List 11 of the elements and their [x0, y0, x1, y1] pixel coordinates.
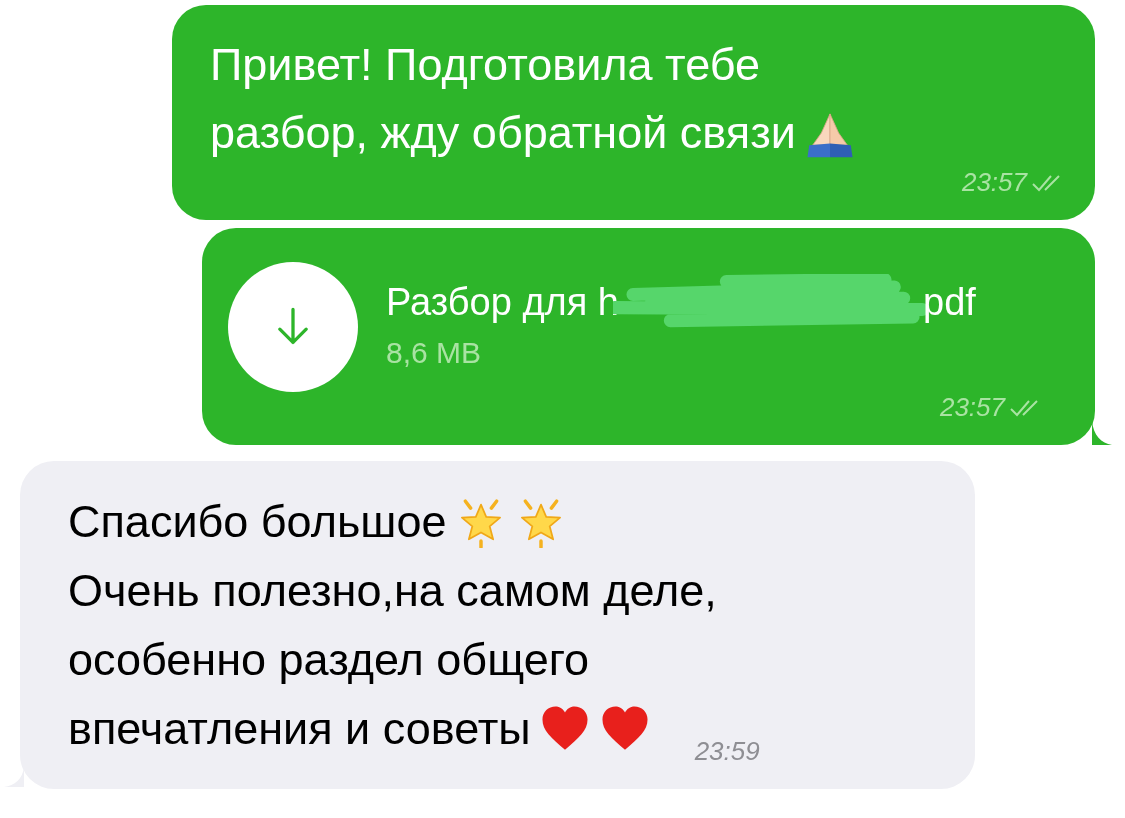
message-text: Привет! Подготовила тебе [210, 39, 761, 91]
file-extension: pdf [923, 280, 976, 324]
message-text: разбор, жду обратной связи [210, 107, 796, 159]
message-time: 23:57 [939, 392, 1005, 423]
message-text: Спасибо большое [68, 495, 447, 548]
message-text: особенно раздел общего [68, 633, 590, 686]
message-time: 23:57 [961, 167, 1027, 198]
message-time: 23:59 [694, 736, 760, 767]
message-text: Очень полезно,на самом деле, [68, 564, 717, 617]
message-text: впечатления и советы [68, 702, 531, 755]
file-size: 8,6 MB [386, 336, 483, 370]
